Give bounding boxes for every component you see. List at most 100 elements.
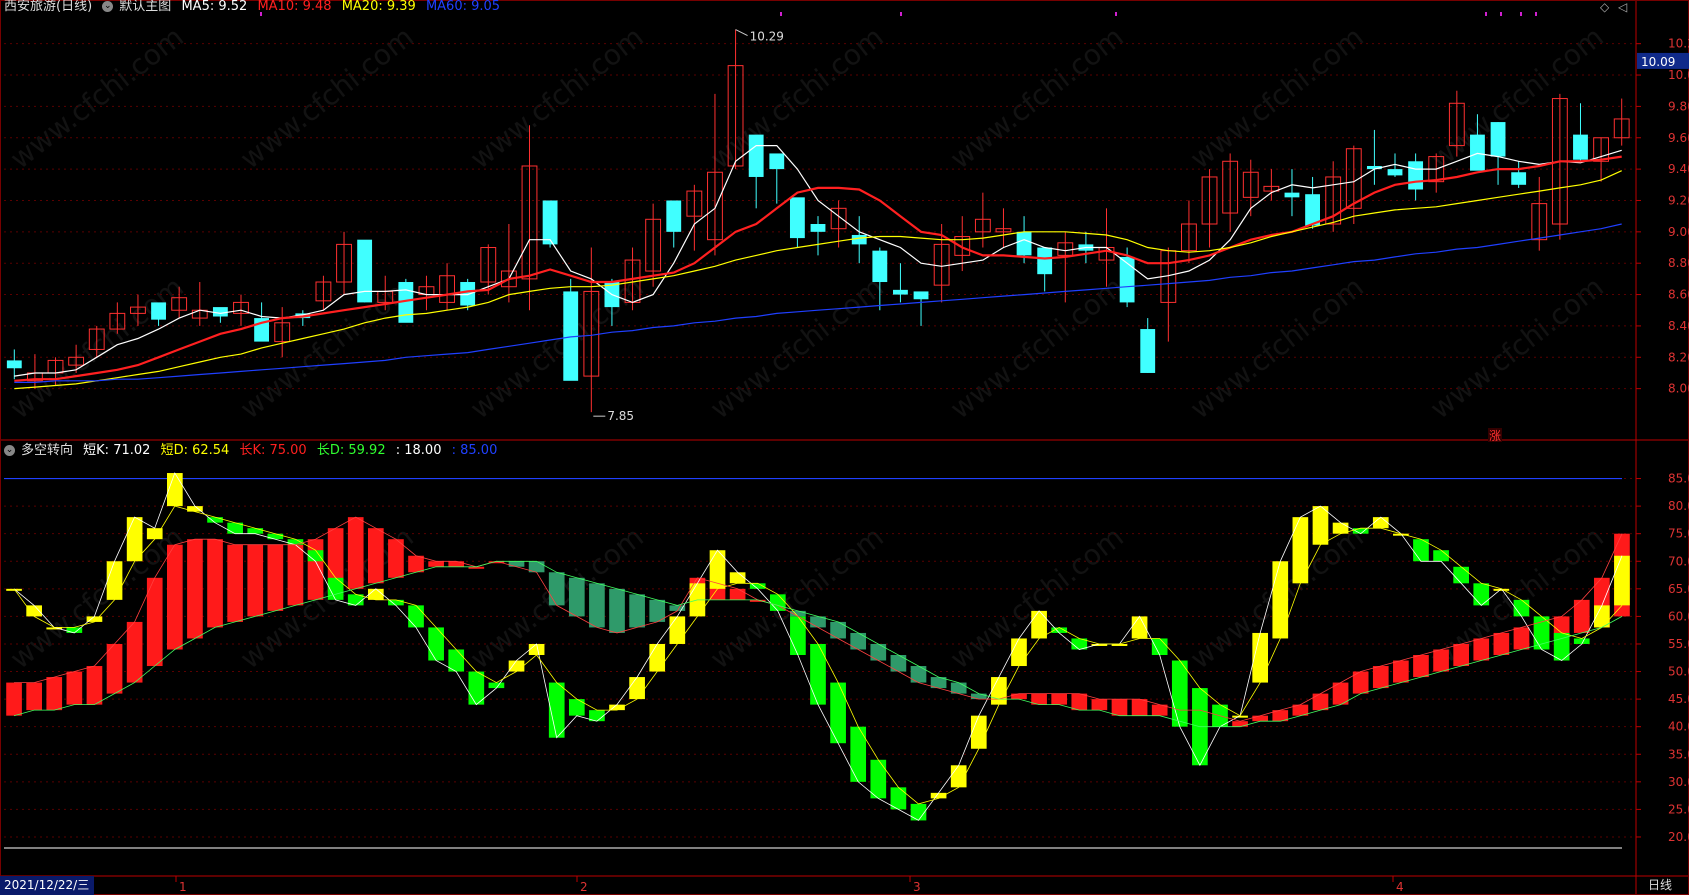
indicator-tick-label: 75.00 <box>1668 527 1689 541</box>
long-kd-bar <box>910 666 927 683</box>
indicator-tick-label: 25.00 <box>1668 802 1689 816</box>
long-kd-bar <box>6 682 22 716</box>
watermark-text: www.cfchi.com <box>1184 270 1370 425</box>
long-kd-bar <box>970 693 987 700</box>
long-kd-bar <box>1011 693 1027 700</box>
long-kd-bar <box>347 517 364 589</box>
short-kd-bar <box>1433 550 1449 562</box>
candle-body-down <box>212 307 228 317</box>
short-kd-bar <box>428 627 444 661</box>
long-kd-bar <box>247 544 264 617</box>
long-kd-bar <box>669 605 686 611</box>
long-kd-bar <box>187 539 203 639</box>
short-kd-bar <box>970 715 987 749</box>
candle-body-down <box>1470 134 1485 171</box>
short-kd-bar <box>649 643 666 672</box>
main-header: 西安旅游(日线) ⌄ 默认主图 MA5: 9.52 MA10: 9.48 MA20… <box>4 0 506 18</box>
short-kd-bar <box>790 616 806 655</box>
short-kd-bar <box>850 726 867 782</box>
price-tick-label: 9.80 <box>1668 99 1689 113</box>
long-kd-bar <box>167 544 183 650</box>
indicator-tick-label: 45.00 <box>1668 692 1689 706</box>
signal-dot <box>1520 12 1522 16</box>
watermark-text: www.cfchi.com <box>944 520 1130 675</box>
high-pointer <box>735 29 748 37</box>
signal-dot <box>1500 12 1502 16</box>
indicator-header: ⌄ 多空转向 短K: 71.02 短D: 62.54 长K: 75.00 长D: … <box>4 440 503 462</box>
candle-body-down <box>748 134 764 177</box>
high-price-label: 10.29 <box>750 30 784 44</box>
short-kd-bar <box>1272 561 1289 639</box>
price-tick-label: 9.40 <box>1668 162 1689 176</box>
short-kd-bar <box>548 682 565 738</box>
long-kd-bar <box>1111 699 1128 716</box>
short-kd-bar <box>1171 660 1188 727</box>
indicator-tick-label: 35.00 <box>1668 747 1689 761</box>
long-kd-bar <box>46 677 63 711</box>
short-kd-bar <box>267 533 284 540</box>
settings-circle-icon[interactable]: ⌄ <box>102 1 114 12</box>
bottom-date-box: 2021/12/22/三 <box>0 876 94 895</box>
short-kd-bar <box>568 699 585 716</box>
month-label: 4 <box>1396 880 1404 894</box>
short-kd-bar <box>1372 517 1389 529</box>
long-kd-bar <box>428 561 444 567</box>
candle-body-down <box>1284 192 1300 198</box>
short-kd-bar <box>870 759 887 799</box>
long-kd-bar <box>388 539 404 578</box>
indicator-title[interactable]: 多空转向 <box>21 443 73 458</box>
long-kd-bar <box>307 539 324 600</box>
candle-body-down <box>542 200 558 245</box>
short-kd-bar <box>488 682 505 689</box>
zhang-marker: 涨 <box>1489 428 1501 443</box>
signal-dot <box>1535 12 1537 16</box>
long-kd-bar <box>146 577 163 667</box>
indicator-tick-label: 60.00 <box>1668 609 1689 623</box>
window-diamond-icon[interactable]: ◇ <box>1600 0 1609 14</box>
candle-body-down <box>1573 134 1588 160</box>
long-kd-bar <box>870 643 887 661</box>
candle-body-down <box>769 153 785 170</box>
signal-dot <box>780 12 782 16</box>
stock-title[interactable]: 西安旅游(日线) <box>4 0 92 14</box>
long-kd-bar <box>1493 632 1510 655</box>
short-kd-bar <box>1031 610 1047 639</box>
watermark-text: www.cfchi.com <box>1424 270 1610 425</box>
price-tick-label: 8.40 <box>1668 319 1689 333</box>
short-kd-bar <box>1573 638 1590 644</box>
short-kd-bar <box>830 682 846 744</box>
long-kd-bar <box>890 655 907 672</box>
indicator-tick-label: 40.00 <box>1668 720 1689 734</box>
indicator-tick-label: 55.00 <box>1668 637 1689 651</box>
long-kd-bar <box>568 577 585 617</box>
long-kd-bar <box>26 682 42 711</box>
indicator-tick-label: 85.00 <box>1668 472 1689 486</box>
long-kd-bar <box>408 555 424 573</box>
candle-body-down <box>460 282 476 306</box>
candle-body-down <box>1511 172 1527 185</box>
long-kd-bar <box>227 544 243 622</box>
window-collapse-icon[interactable]: ◁ <box>1618 0 1627 14</box>
price-tick-label: 8.80 <box>1668 256 1689 270</box>
watermark-text: www.cfchi.com <box>234 20 420 175</box>
main-indicator-name[interactable]: 默认主图 <box>119 0 171 14</box>
low-price-label: 7.85 <box>607 409 634 423</box>
long-kd-bar <box>106 643 123 694</box>
long-kd-bar <box>448 561 465 567</box>
month-label: 2 <box>580 880 588 894</box>
long-kd-bar <box>830 621 846 639</box>
short-k-label: 短K: 71.02 <box>83 443 151 458</box>
indicator-tick-label: 30.00 <box>1668 775 1689 789</box>
indicator-settings-icon[interactable]: ⌄ <box>4 445 15 456</box>
indicator-tick-label: 20.00 <box>1668 830 1689 844</box>
long-kd-bar <box>1071 693 1088 711</box>
period-label[interactable]: 日线 <box>1648 876 1672 895</box>
candle-body-down <box>6 360 22 369</box>
short-kd-bar <box>910 803 927 821</box>
long-kd-bar <box>126 621 143 683</box>
candle-body-down <box>893 289 908 295</box>
short-kd-bar <box>1011 638 1027 667</box>
long-kd-bar <box>1312 693 1329 711</box>
current-price-label: 10.09 <box>1641 55 1675 69</box>
long-kd-bar <box>1393 660 1409 683</box>
